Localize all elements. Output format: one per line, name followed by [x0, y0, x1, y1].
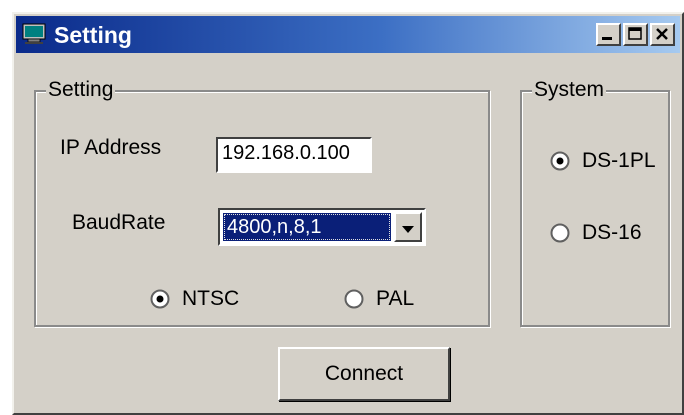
baudrate-select[interactable]: 4800,n,8,1	[218, 208, 426, 246]
radio-ds-16-label: DS-16	[582, 221, 642, 244]
baudrate-dropdown-button[interactable]	[394, 212, 422, 242]
ip-address-label: IP Address	[60, 136, 162, 159]
ip-address-input[interactable]: 192.168.0.100	[216, 137, 372, 173]
chevron-down-icon	[402, 226, 414, 233]
setting-window: Setting Setting IP Address 192.168.0.100…	[12, 12, 684, 415]
maximize-icon	[628, 27, 642, 40]
radio-pal-label: PAL	[376, 287, 415, 310]
radio-unselected-icon	[550, 223, 570, 243]
baudrate-selected-value: 4800,n,8,1	[223, 213, 391, 241]
radio-ds-1pl[interactable]: DS-1PL	[550, 148, 656, 174]
minimize-icon	[602, 37, 612, 40]
radio-selected-icon	[550, 151, 570, 171]
system-group-legend: System	[532, 77, 607, 103]
maximize-button[interactable]	[623, 23, 648, 46]
window-title: Setting	[54, 22, 132, 48]
baudrate-label: BaudRate	[72, 211, 166, 234]
close-button[interactable]	[650, 23, 675, 46]
minimize-button[interactable]	[596, 23, 621, 46]
radio-selected-icon	[150, 289, 170, 309]
system-group: System DS-1PL DS-16	[520, 77, 670, 327]
radio-ds-16[interactable]: DS-16	[550, 220, 642, 246]
radio-ntsc[interactable]: NTSC	[150, 286, 239, 312]
radio-unselected-icon	[344, 289, 364, 309]
setting-group-legend: Setting	[46, 77, 116, 103]
monitor-icon	[22, 23, 46, 44]
close-icon	[656, 28, 668, 40]
radio-ntsc-label: NTSC	[182, 287, 240, 310]
title-bar[interactable]: Setting	[16, 16, 680, 53]
radio-ds-1pl-label: DS-1PL	[582, 149, 656, 172]
connect-button[interactable]: Connect	[278, 347, 450, 401]
radio-pal[interactable]: PAL	[344, 286, 414, 312]
setting-group: Setting IP Address 192.168.0.100 BaudRat…	[34, 77, 490, 327]
